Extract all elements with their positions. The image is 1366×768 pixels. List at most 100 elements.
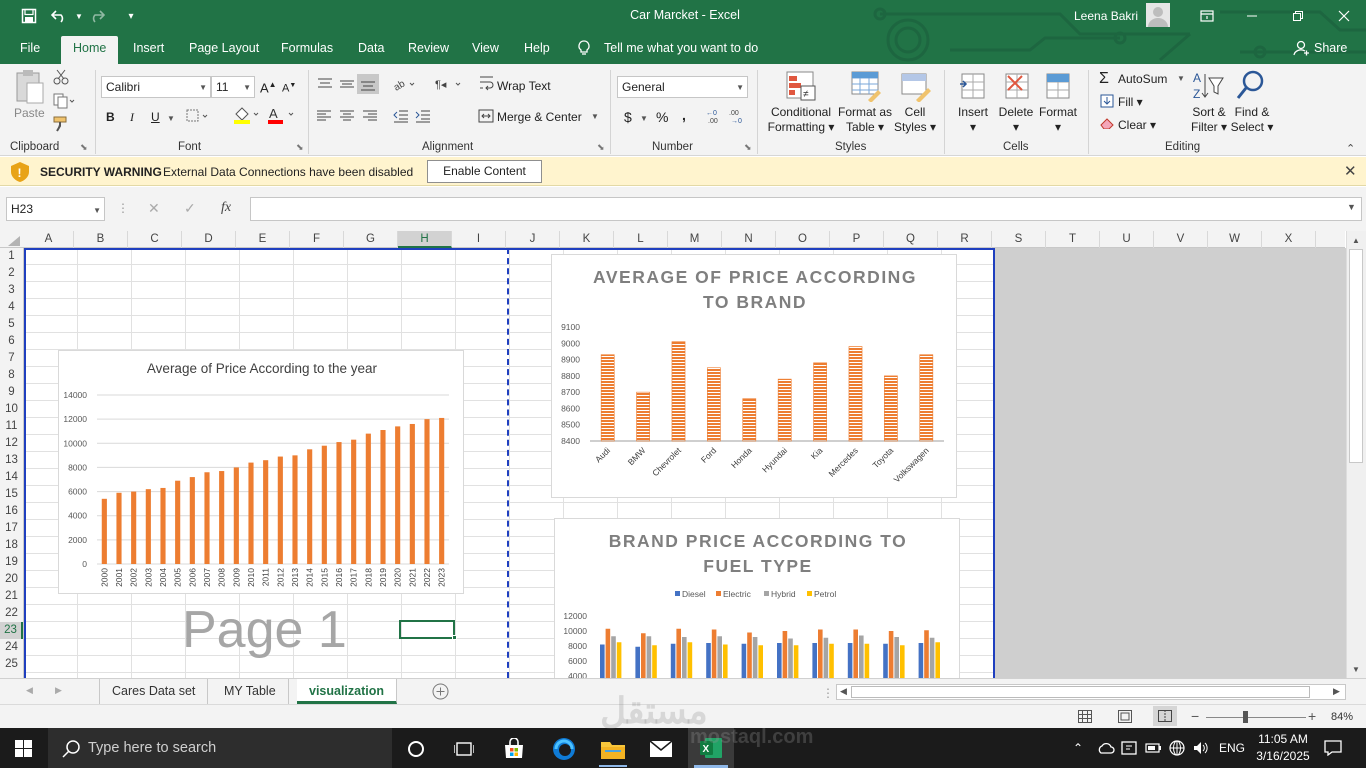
- avatar[interactable]: [1146, 3, 1170, 27]
- action-center-icon[interactable]: [1324, 740, 1342, 756]
- scroll-right-icon[interactable]: ▶: [1333, 686, 1340, 697]
- vertical-scroll-thumb[interactable]: [1349, 249, 1363, 463]
- row-header-13[interactable]: 13: [0, 452, 23, 469]
- customize-qat-icon[interactable]: ▾: [120, 6, 142, 26]
- column-header-f[interactable]: F: [290, 231, 344, 248]
- row-header-7[interactable]: 7: [0, 350, 23, 367]
- collapse-ribbon-icon[interactable]: ⌃: [1346, 142, 1355, 155]
- worksheet-grid[interactable]: Page 1 Average of Price According to the…: [24, 248, 995, 678]
- font-color-icon[interactable]: A: [267, 106, 297, 124]
- restore-icon[interactable]: [1287, 6, 1309, 26]
- cut-icon[interactable]: [53, 69, 69, 85]
- minimize-icon[interactable]: [1241, 6, 1263, 26]
- row-header-20[interactable]: 20: [0, 571, 23, 588]
- sort-filter-button[interactable]: Sort & Filter ▾: [1186, 105, 1232, 135]
- expand-formula-bar-icon[interactable]: ▼: [1347, 202, 1356, 212]
- increase-indent-icon[interactable]: [415, 109, 431, 123]
- column-header-v[interactable]: V: [1154, 231, 1208, 248]
- cortana-icon[interactable]: [407, 740, 425, 758]
- fill-handle[interactable]: [452, 635, 457, 640]
- format-as-table-button[interactable]: Format as Table ▾: [837, 105, 893, 135]
- text-direction-icon[interactable]: ¶◂: [434, 76, 464, 92]
- cancel-entry-icon[interactable]: ✕: [148, 200, 160, 217]
- align-middle-icon[interactable]: [338, 78, 356, 90]
- vertical-scrollbar[interactable]: ▲ ▼: [1346, 231, 1366, 678]
- sheet-tab-my-table[interactable]: MY Table: [212, 679, 289, 704]
- row-header-22[interactable]: 22: [0, 605, 23, 622]
- zoom-level[interactable]: 84%: [1331, 711, 1353, 723]
- close-icon[interactable]: [1333, 6, 1355, 26]
- decrease-font-icon[interactable]: A▼: [282, 82, 296, 95]
- tab-review[interactable]: Review: [406, 41, 451, 64]
- user-name[interactable]: Leena Bakri: [1074, 9, 1138, 23]
- tab-split-grip-icon[interactable]: ⋮: [822, 686, 834, 700]
- clock[interactable]: 11:05 AM 3/16/2025: [1255, 731, 1311, 765]
- column-header-e[interactable]: E: [236, 231, 290, 248]
- delete-cells-icon[interactable]: [1002, 70, 1032, 102]
- horizontal-scrollbar[interactable]: ◀ ▶: [836, 684, 1346, 700]
- align-bottom-icon[interactable]: [357, 74, 379, 94]
- row-header-15[interactable]: 15: [0, 486, 23, 503]
- paste-button[interactable]: Paste: [14, 106, 45, 121]
- file-explorer-icon[interactable]: [600, 738, 626, 760]
- tab-file[interactable]: File: [18, 41, 42, 64]
- row-header-16[interactable]: 16: [0, 503, 23, 520]
- fill-button[interactable]: Fill ▾: [1118, 95, 1143, 110]
- tab-help[interactable]: Help: [522, 41, 552, 64]
- select-all-icon[interactable]: [8, 236, 20, 246]
- page-layout-view-icon[interactable]: [1118, 710, 1132, 723]
- row-header-2[interactable]: 2: [0, 265, 23, 282]
- add-sheet-icon[interactable]: [432, 683, 449, 700]
- row-header-4[interactable]: 4: [0, 299, 23, 316]
- chart-price-by-year[interactable]: Average of Price According to the year 0…: [58, 350, 464, 594]
- row-header-17[interactable]: 17: [0, 520, 23, 537]
- close-warning-icon[interactable]: ✕: [1344, 162, 1357, 180]
- sheet-tab-visualization[interactable]: visualization: [297, 679, 398, 704]
- zoom-slider[interactable]: [1206, 717, 1306, 718]
- zoom-in-icon[interactable]: +: [1308, 708, 1316, 724]
- sort-filter-icon[interactable]: AZ: [1193, 70, 1225, 102]
- conditional-formatting-icon[interactable]: ≠: [785, 70, 817, 102]
- normal-view-icon[interactable]: [1078, 710, 1092, 723]
- chart-brand-by-fuel[interactable]: BRAND PRICE ACCORDING TO FUEL TYPE Diese…: [554, 518, 960, 678]
- row-header-18[interactable]: 18: [0, 537, 23, 554]
- scroll-up-icon[interactable]: ▲: [1352, 236, 1360, 245]
- enable-content-button[interactable]: Enable Content: [427, 160, 542, 183]
- find-select-icon[interactable]: [1236, 70, 1266, 102]
- chart-price-by-brand[interactable]: AVERAGE OF PRICE ACCORDING TO BRAND 8400…: [551, 254, 957, 498]
- column-header-x[interactable]: X: [1262, 231, 1316, 248]
- active-cell[interactable]: [399, 620, 455, 639]
- column-header-j[interactable]: J: [506, 231, 560, 248]
- zoom-slider-thumb[interactable]: [1243, 711, 1248, 723]
- column-header-l[interactable]: L: [614, 231, 668, 248]
- column-header-w[interactable]: W: [1208, 231, 1262, 248]
- network-icon[interactable]: [1169, 740, 1185, 756]
- alignment-launcher-icon[interactable]: ⬊: [597, 142, 605, 153]
- row-header-6[interactable]: 6: [0, 333, 23, 350]
- italic-button[interactable]: I: [130, 110, 134, 125]
- row-header-3[interactable]: 3: [0, 282, 23, 299]
- align-center-icon[interactable]: [339, 110, 355, 122]
- tab-insert[interactable]: Insert: [131, 41, 166, 64]
- taskbar-search[interactable]: Type here to search: [48, 728, 392, 768]
- find-select-button[interactable]: Find & Select ▾: [1229, 105, 1275, 135]
- cell-styles-button[interactable]: Cell Styles ▾: [893, 105, 937, 135]
- column-header-c[interactable]: C: [128, 231, 182, 248]
- column-header-g[interactable]: G: [344, 231, 398, 248]
- merge-center-icon[interactable]: [478, 108, 494, 124]
- autosum-icon[interactable]: Σ: [1099, 70, 1109, 88]
- currency-button[interactable]: $: [624, 109, 632, 125]
- wrap-text-icon[interactable]: [479, 74, 495, 92]
- column-header-b[interactable]: B: [74, 231, 128, 248]
- copy-icon[interactable]: [53, 93, 75, 109]
- windows-start-icon[interactable]: [15, 740, 32, 757]
- row-header-9[interactable]: 9: [0, 384, 23, 401]
- borders-icon[interactable]: [186, 109, 210, 123]
- increase-decimal-icon[interactable]: ←0.00: [706, 108, 724, 124]
- insert-function-button[interactable]: fx: [221, 200, 231, 216]
- tab-data[interactable]: Data: [356, 41, 386, 64]
- volume-icon[interactable]: [1193, 741, 1209, 755]
- autosum-button[interactable]: AutoSum: [1118, 72, 1167, 87]
- prev-sheet-icon[interactable]: ◀: [26, 685, 33, 696]
- tray-expand-icon[interactable]: ⌃: [1073, 741, 1083, 755]
